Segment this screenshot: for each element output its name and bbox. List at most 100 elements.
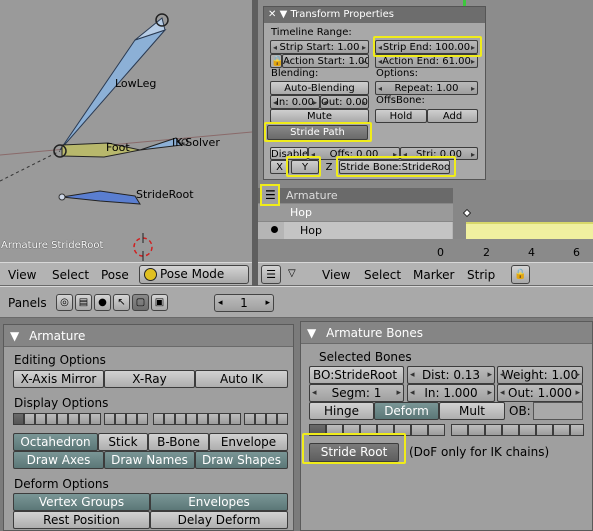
editor-type-icon[interactable]: ☰ bbox=[261, 265, 281, 284]
channel-armature-label: Armature bbox=[286, 189, 338, 202]
strideroot-head bbox=[58, 193, 66, 201]
layer-buttons bbox=[13, 413, 289, 427]
strideroot-label: StrideRoot bbox=[136, 188, 194, 201]
axis-x-button[interactable]: X bbox=[270, 160, 289, 174]
bone-out-field[interactable]: Out: 1.000 bbox=[497, 384, 583, 402]
lock-icon[interactable]: 🔒 bbox=[270, 54, 282, 68]
menu-select[interactable]: Select bbox=[52, 268, 89, 282]
channel-armature[interactable]: Armature bbox=[258, 188, 453, 203]
timeline-menu-view[interactable]: View bbox=[322, 268, 350, 282]
dist-field[interactable]: Dist: 0.13 bbox=[407, 366, 495, 384]
frame-field[interactable]: ◂ 1 ▸ bbox=[214, 294, 274, 312]
auto-ik-button[interactable]: Auto IK bbox=[195, 370, 288, 388]
add-button[interactable]: Add bbox=[427, 109, 478, 123]
selected-bones-label: Selected Bones bbox=[319, 350, 412, 364]
collapse-arrow-icon[interactable]: ▼ bbox=[10, 329, 19, 343]
timeline-menu-marker[interactable]: Marker bbox=[413, 268, 454, 282]
action-end-field[interactable]: Action End: 61.00 bbox=[375, 54, 478, 68]
3d-viewport[interactable]: LowLeg Foot IK-Solver StrideRoot Armatur… bbox=[0, 0, 252, 262]
frame-value: 1 bbox=[240, 296, 248, 310]
buttons-header: Panels ◎ ▤ ● ↖ ▢ ▣ ◂ 1 ▸ bbox=[0, 286, 593, 318]
armature-panel-title: Armature bbox=[29, 329, 86, 343]
timeline-menu-select[interactable]: Select bbox=[364, 268, 401, 282]
increment-arrow-icon[interactable]: ▸ bbox=[265, 295, 270, 311]
mult-button[interactable]: Mult bbox=[439, 402, 505, 420]
bone-name-field[interactable]: BO:StrideRoot bbox=[309, 366, 404, 384]
mute-button[interactable]: Mute bbox=[270, 109, 369, 123]
draw-shapes-button[interactable]: Draw Shapes bbox=[195, 451, 288, 469]
lock-view-icon[interactable]: 🔒 bbox=[511, 265, 530, 284]
deform-options-label: Deform Options bbox=[14, 477, 109, 491]
action-start-field[interactable]: Action Start: 1.00 bbox=[282, 54, 369, 68]
auto-blending-button[interactable]: Auto-Blending bbox=[270, 81, 369, 95]
timeline-menu-strip[interactable]: Strip bbox=[467, 268, 495, 282]
stride-root-button[interactable]: Stride Root bbox=[309, 443, 399, 462]
octahedron-button[interactable]: Octahedron bbox=[13, 433, 98, 451]
axis-y-button[interactable]: Y bbox=[291, 160, 319, 174]
strip-end-field[interactable]: Strip End: 100.00 bbox=[375, 40, 478, 54]
header-collapse-icon[interactable]: ▽ bbox=[288, 268, 296, 279]
b-bone-button[interactable]: B-Bone bbox=[148, 433, 209, 451]
ob-field[interactable] bbox=[533, 402, 583, 420]
channel-hop-1-label: Hop bbox=[290, 206, 312, 219]
repeat-field[interactable]: Repeat: 1.00 bbox=[375, 81, 478, 95]
envelopes-button[interactable]: Envelopes bbox=[150, 493, 288, 511]
pose-mode-icon bbox=[144, 268, 157, 281]
lowleg-bone bbox=[59, 28, 167, 151]
stri-field[interactable]: Stri: 0.00 bbox=[400, 147, 478, 160]
object-icon[interactable]: ↖ bbox=[113, 294, 130, 311]
channel-list-icon[interactable]: ☰ bbox=[265, 188, 276, 202]
decrement-arrow-icon[interactable]: ◂ bbox=[218, 295, 223, 311]
rest-position-button[interactable]: Rest Position bbox=[13, 511, 150, 529]
close-icon[interactable]: ✕ bbox=[268, 9, 276, 20]
hinge-button[interactable]: Hinge bbox=[309, 402, 374, 420]
strideroot-bone bbox=[61, 190, 141, 205]
armature-bones-panel: ▼ Armature Bones Selected Bones BO:Strid… bbox=[300, 321, 593, 531]
axis-z-button[interactable]: Z bbox=[321, 160, 337, 174]
collapse-arrow-icon[interactable]: ▼ bbox=[307, 326, 316, 340]
strip-start-field[interactable]: Strip Start: 1.00 bbox=[270, 40, 369, 54]
logic-icon[interactable]: ◎ bbox=[56, 294, 73, 311]
weight-field[interactable]: Weight: 1.00 bbox=[497, 366, 583, 384]
dof-note: (DoF only for IK chains) bbox=[409, 445, 550, 459]
scene-icon[interactable]: ▣ bbox=[151, 294, 168, 311]
stride-path-button[interactable]: Stride Path bbox=[267, 125, 368, 140]
channel-hop-2[interactable]: Hop bbox=[258, 222, 453, 239]
bone-in-field[interactable]: In: 1.000 bbox=[407, 384, 495, 402]
armature-panel-header[interactable]: ▼ Armature bbox=[4, 325, 293, 347]
delay-deform-button[interactable]: Delay Deform bbox=[150, 511, 288, 529]
shading-icon[interactable]: ● bbox=[94, 294, 111, 311]
editing-icon[interactable]: ▢ bbox=[132, 294, 149, 311]
draw-axes-button[interactable]: Draw Axes bbox=[13, 451, 104, 469]
script-icon[interactable]: ▤ bbox=[75, 294, 92, 311]
menu-view[interactable]: View bbox=[8, 268, 36, 282]
segm-field[interactable]: Segm: 1 bbox=[309, 384, 404, 402]
ob-label: OB: bbox=[509, 404, 531, 418]
blend-out-field[interactable]: Out: 0.00 bbox=[320, 95, 369, 109]
deform-button[interactable]: Deform bbox=[374, 402, 439, 420]
mode-selector[interactable]: Pose Mode bbox=[139, 265, 249, 284]
channel-hop-1[interactable]: Hop bbox=[258, 204, 453, 221]
menu-pose[interactable]: Pose bbox=[101, 268, 129, 282]
panel-title: Transform Properties bbox=[290, 9, 394, 20]
envelope-button[interactable]: Envelope bbox=[209, 433, 288, 451]
editing-options-label: Editing Options bbox=[14, 353, 106, 367]
stride-bone-field[interactable]: Stride Bone:StrideRoot bbox=[339, 160, 450, 174]
active-dot-icon bbox=[271, 226, 278, 233]
stick-button[interactable]: Stick bbox=[98, 433, 148, 451]
keyframe-marker[interactable] bbox=[462, 208, 472, 218]
armature-bones-header[interactable]: ▼ Armature Bones bbox=[301, 322, 592, 344]
collapse-arrow-icon[interactable]: ▼ bbox=[280, 9, 288, 20]
x-ray-button[interactable]: X-Ray bbox=[104, 370, 195, 388]
ik-dash-line bbox=[0, 150, 61, 182]
action-strip[interactable] bbox=[466, 222, 593, 239]
transform-properties-header[interactable]: ✕ ▼ Transform Properties bbox=[264, 7, 485, 23]
x-axis-mirror-button[interactable]: X-Axis Mirror bbox=[13, 370, 104, 388]
vertex-groups-button[interactable]: Vertex Groups bbox=[13, 493, 150, 511]
nla-timeline[interactable]: Armature Hop Hop 0 2 4 6 bbox=[258, 180, 593, 262]
offs-field[interactable]: Offs: 0.00 bbox=[308, 147, 400, 160]
hold-button[interactable]: Hold bbox=[375, 109, 427, 123]
draw-names-button[interactable]: Draw Names bbox=[104, 451, 195, 469]
disable-button[interactable]: Disable bbox=[270, 147, 308, 160]
blend-in-field[interactable]: In: 0.00 bbox=[270, 95, 320, 109]
